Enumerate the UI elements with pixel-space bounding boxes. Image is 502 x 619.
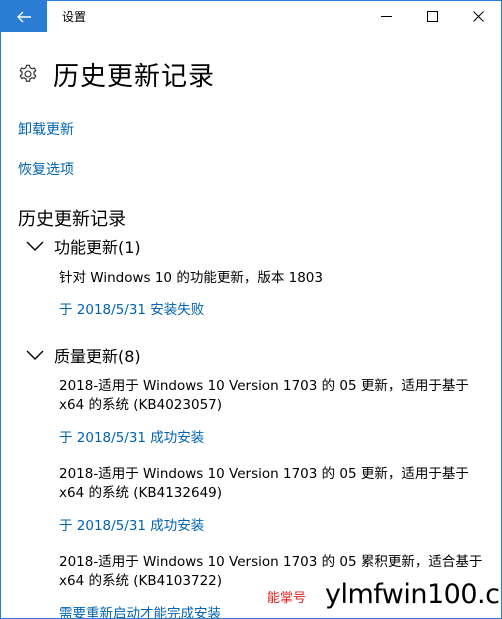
- chevron-down-icon: [26, 241, 44, 251]
- close-button[interactable]: [455, 1, 501, 32]
- maximize-icon: [426, 11, 438, 22]
- section-title: 历史更新记录: [18, 209, 126, 230]
- gear-icon: [19, 64, 37, 82]
- update-entry-status-link[interactable]: 于 2018/5/31 成功安装: [59, 426, 204, 446]
- settings-window: 设置 历史更新记录 卸载更新 恢复选项 历史更新记录 功能更新(1) 针对 Wi…: [0, 0, 502, 619]
- close-icon: [472, 11, 484, 22]
- back-arrow-icon: [17, 11, 31, 22]
- uninstall-updates-link[interactable]: 卸载更新: [18, 119, 74, 139]
- watermark-site: ylmfwin100.com: [325, 579, 501, 610]
- recovery-options-link[interactable]: 恢复选项: [18, 159, 74, 179]
- quality-updates-label: 质量更新(8): [54, 347, 141, 366]
- update-entry-title-line: 2018-适用于 Windows 10 Version 1703 的 05 更新…: [59, 466, 469, 482]
- back-button[interactable]: [1, 1, 47, 32]
- update-entry-status-link[interactable]: 于 2018/5/31 安装失败: [59, 298, 204, 318]
- update-entry-title-line: x64 的系统 (KB4023057): [59, 397, 223, 413]
- page-title: 历史更新记录: [53, 61, 216, 92]
- minimize-icon: [380, 16, 392, 17]
- feature-updates-label: 功能更新(1): [54, 238, 141, 257]
- update-entry-title-line: 2018-适用于 Windows 10 Version 1703 的 05 累积…: [59, 554, 483, 570]
- chevron-down-icon: [26, 350, 44, 360]
- update-entry-title: 针对 Windows 10 的功能更新，版本 1803: [59, 270, 323, 286]
- maximize-button[interactable]: [409, 1, 455, 32]
- update-entry-title: 2018-适用于 Windows 10 Version 1703 的 05 更新…: [59, 465, 489, 503]
- watermark-label: 能掌号: [267, 591, 307, 606]
- update-entry-status-link[interactable]: 于 2018/5/31 成功安装: [59, 514, 204, 534]
- update-entry-title: 2018-适用于 Windows 10 Version 1703 的 05 更新…: [59, 377, 489, 415]
- update-entry-status-link[interactable]: 需要重新启动才能完成安装: [59, 602, 221, 618]
- update-entry-title-line: 2018-适用于 Windows 10 Version 1703 的 05 更新…: [59, 378, 469, 394]
- quality-updates-group-toggle[interactable]: 质量更新(8): [26, 343, 141, 367]
- update-entry-title-line: x64 的系统 (KB4132649): [59, 485, 223, 501]
- title-bar: 设置: [1, 1, 501, 32]
- page-header: 历史更新记录: [17, 57, 216, 92]
- feature-updates-group-toggle[interactable]: 功能更新(1): [26, 234, 141, 258]
- window-title: 设置: [62, 10, 87, 24]
- minimize-button[interactable]: [363, 1, 409, 32]
- site-watermark: 能掌号 ylmfwin100.com: [263, 577, 501, 618]
